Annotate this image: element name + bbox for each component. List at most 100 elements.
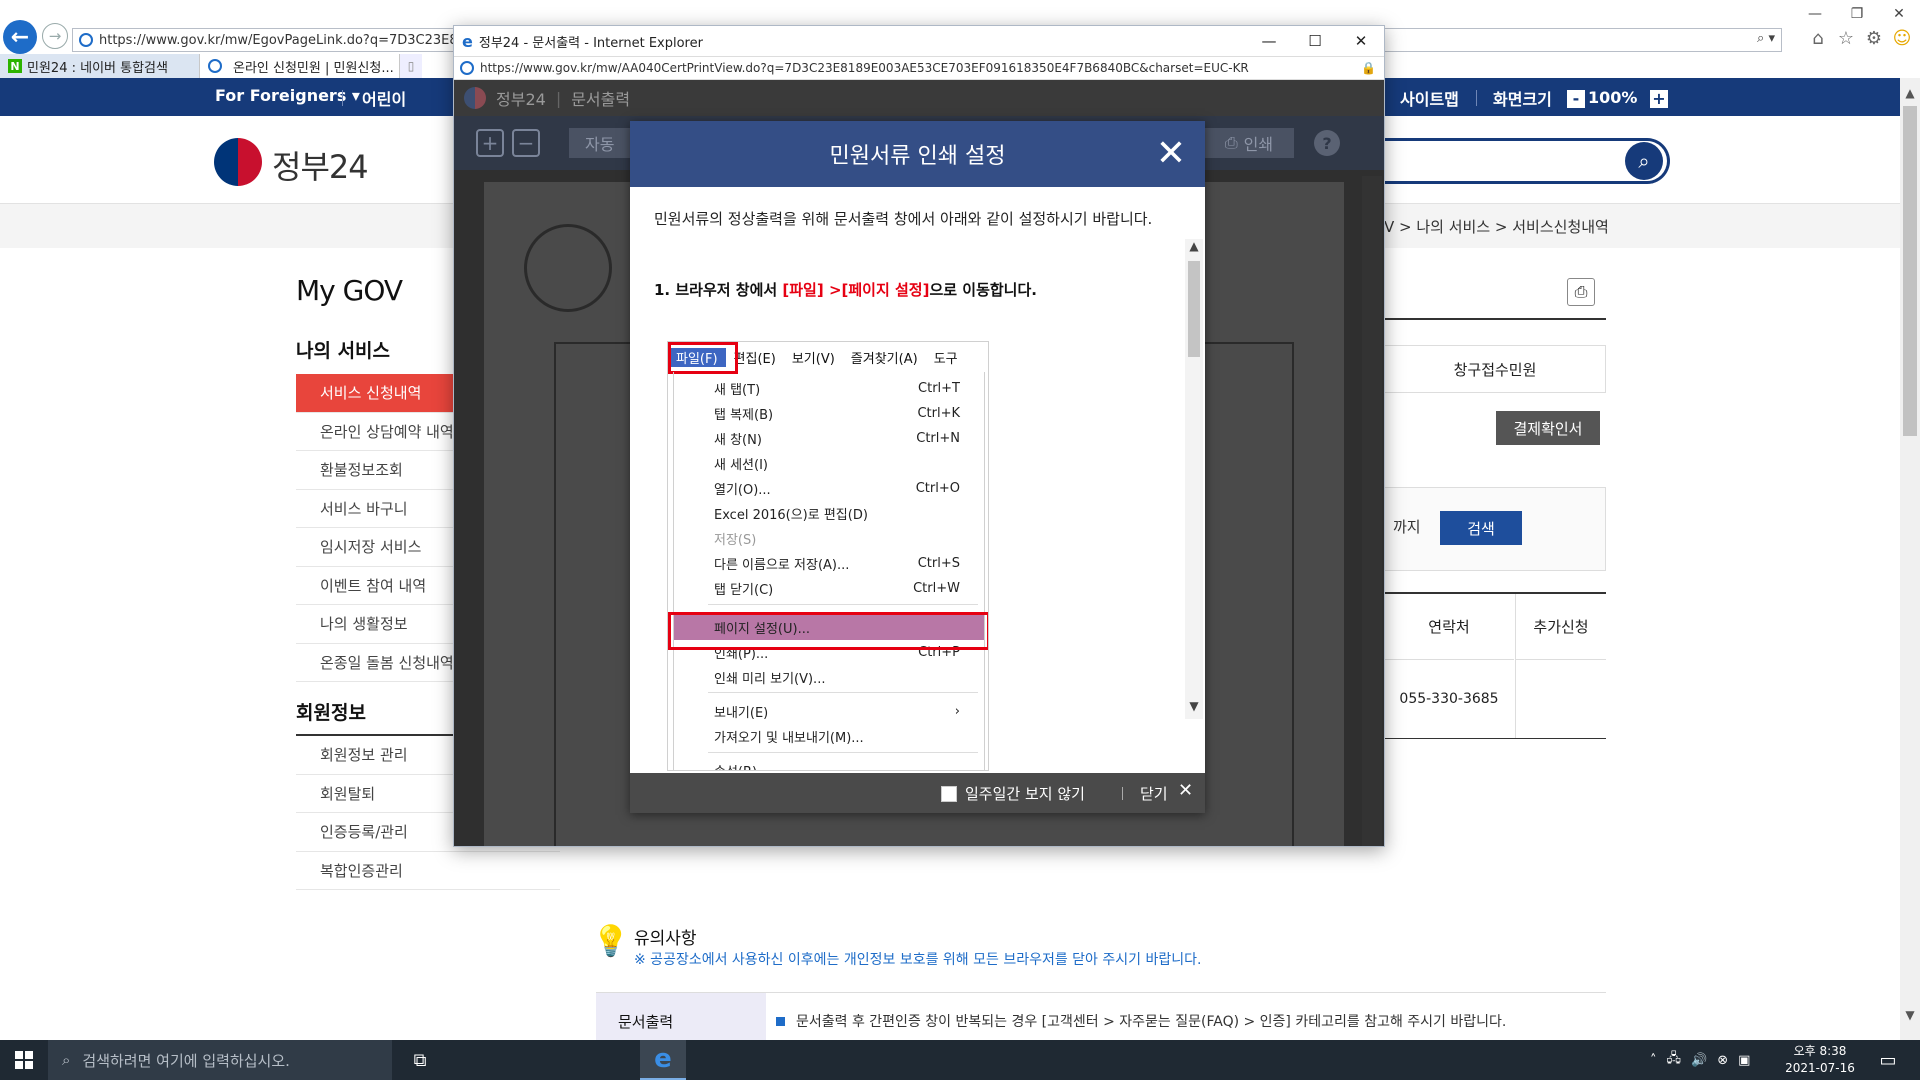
gov24-logo-icon: [464, 87, 486, 109]
tray-chevron-icon[interactable]: ˄: [1650, 1053, 1657, 1068]
close-button[interactable]: 닫기: [1140, 783, 1168, 804]
page-title: My GOV: [296, 274, 403, 307]
scroll-down-icon[interactable]: ▼: [1900, 1008, 1920, 1022]
menu-item: 탭 복제(B) Ctrl+K: [674, 401, 984, 426]
search-icon: ⌕: [62, 1051, 71, 1069]
restore-icon[interactable]: ❐: [1836, 0, 1878, 28]
lock-icon: 🔒: [1361, 61, 1376, 75]
home-icon[interactable]: ⌂: [1808, 28, 1828, 49]
scroll-up-icon[interactable]: ▲: [1185, 239, 1203, 253]
help-icon[interactable]: ?: [1314, 130, 1340, 156]
menu-item-label: 새 창(N): [714, 433, 762, 448]
menu-item-label: 인쇄 미리 보기(V)...: [714, 672, 826, 687]
taskbar-search-placeholder: 검색하려면 여기에 입력하십시오.: [82, 1051, 290, 1070]
search-button[interactable]: 검색: [1440, 511, 1522, 545]
menu-item: 보내기(E) ›: [674, 699, 984, 724]
menu-item: 가져오기 및 내보내기(M)...: [674, 724, 984, 749]
minimize-icon[interactable]: —: [1794, 0, 1836, 28]
gov24-logo-text[interactable]: 정부24: [272, 142, 369, 188]
payment-confirmation-button[interactable]: 결제확인서: [1496, 411, 1600, 445]
taskbar-search-input[interactable]: ⌕ 검색하려면 여기에 입력하십시오.: [48, 1040, 392, 1080]
taskbar-ie-icon[interactable]: e: [640, 1040, 686, 1080]
task-view-icon[interactable]: ⧉: [398, 1040, 442, 1080]
close-icon[interactable]: ✕: [1178, 780, 1193, 801]
ime-icon[interactable]: ▣: [1738, 1053, 1750, 1068]
naver-icon: N: [8, 59, 22, 73]
sitemap-link[interactable]: 사이트맵: [1400, 86, 1459, 110]
zoom-out-icon[interactable]: −: [512, 129, 540, 157]
menu-item-label: 새 탭(T): [714, 383, 761, 398]
printer-icon: ⎙: [1224, 133, 1238, 152]
clock-time: 오후 8:38: [1793, 1044, 1847, 1058]
menu-item-label: 탭 닫기(C): [714, 583, 774, 598]
zoom-mode-select[interactable]: 자동: [569, 128, 639, 158]
zoom-out-button[interactable]: -: [1567, 90, 1585, 108]
favorites-star-icon[interactable]: ☆: [1836, 28, 1856, 49]
for-foreigners-link[interactable]: For Foreigners ▾: [215, 86, 360, 105]
menu-item: 새 세션(I): [674, 451, 984, 476]
dont-show-week-checkbox[interactable]: [941, 786, 957, 802]
divider: [1384, 738, 1606, 739]
volume-icon[interactable]: 🔊: [1691, 1053, 1707, 1068]
menu-item-shortcut: Ctrl+K: [917, 406, 960, 421]
doc-print-text: 문서출력 후 간편인증 창이 반복되는 경우 [고객센터 > 자주묻는 질문(F…: [796, 1014, 1507, 1030]
tab-online-application[interactable]: 온라인 신청민원 | 민원신청... ×: [200, 54, 400, 78]
popup-address-bar[interactable]: https://www.gov.kr/mw/AA040CertPrintView…: [454, 56, 1384, 80]
menu-item-shortcut: Ctrl+W: [913, 581, 960, 596]
member-info-heading: 회원정보: [296, 702, 366, 724]
status-icon[interactable]: ⊗: [1717, 1053, 1728, 1068]
search-icon[interactable]: ⌕: [1625, 142, 1663, 180]
scroll-thumb[interactable]: [1188, 261, 1200, 357]
print-icon[interactable]: ⎙: [1567, 278, 1595, 306]
scroll-up-icon[interactable]: ▲: [1900, 86, 1920, 100]
highlight-box: [668, 342, 738, 374]
start-button[interactable]: [0, 1040, 48, 1080]
menu-item-label: 탭 복제(B): [714, 408, 774, 423]
scroll-thumb[interactable]: [1903, 106, 1917, 436]
zoom-in-icon[interactable]: +: [476, 129, 504, 157]
search-dropdown-icon[interactable]: ⌕ ▾: [1757, 31, 1775, 46]
settings-gear-icon[interactable]: ⚙: [1864, 28, 1884, 49]
tab-counter-application[interactable]: 창구접수민원: [1384, 345, 1606, 393]
viewer-print-button[interactable]: ⎙ 인쇄: [1204, 128, 1294, 158]
until-label: 까지: [1393, 518, 1421, 536]
background-tab-strip: N 민원24 : 네이버 통합검색 온라인 신청민원 | 민원신청... × ▯: [0, 54, 422, 78]
menu-item-label: 다른 이름으로 저장(A)...: [714, 558, 850, 573]
bullet-icon: [776, 1017, 785, 1026]
back-button[interactable]: ←: [3, 20, 37, 54]
taskbar-clock[interactable]: 오후 8:38 2021-07-16: [1780, 1043, 1860, 1077]
page-scrollbar[interactable]: ▲ ▼: [1900, 78, 1920, 1040]
menu-item: 저장(S): [674, 526, 984, 551]
menu-item-label: Excel 2016(으)로 편집(D): [714, 508, 868, 523]
network-icon[interactable]: 🖧: [1667, 1049, 1682, 1071]
zoom-in-button[interactable]: +: [1650, 90, 1668, 108]
tab-naver-search[interactable]: N 민원24 : 네이버 통합검색: [0, 54, 200, 78]
dont-show-week-label[interactable]: 일주일간 보지 않기: [965, 783, 1085, 804]
menu-item-label: 열기(O)...: [714, 483, 771, 498]
sidebar-item-multi-auth[interactable]: 복합인증관리: [296, 852, 560, 890]
notification-icon[interactable]: ▭: [1866, 1040, 1910, 1080]
viewer-top-bar: 정부24 | 문서출력: [454, 80, 1384, 116]
clock-date: 2021-07-16: [1785, 1061, 1855, 1075]
scroll-down-icon[interactable]: ▼: [1185, 699, 1203, 713]
gov24-logo-icon[interactable]: [214, 138, 262, 186]
close-icon[interactable]: ✕: [1338, 26, 1384, 56]
forward-button[interactable]: →: [42, 23, 68, 49]
menu-item: 새 창(N) Ctrl+N: [674, 426, 984, 451]
background-window-controls: — ❐ ✕: [1794, 0, 1920, 28]
breadcrumb: V > 나의 서비스 > 서비스신청내역: [1384, 218, 1609, 236]
modal-close-icon[interactable]: ✕: [1152, 135, 1190, 173]
minimize-icon[interactable]: —: [1246, 26, 1292, 56]
viewer-scrollbar[interactable]: [1362, 176, 1382, 846]
notice-text: ※ 공공장소에서 사용하신 이후에는 개인정보 보호를 위해 모든 브라우저를 …: [634, 952, 1202, 968]
lightbulb-icon: 💡: [592, 924, 630, 959]
ie-icon: e: [462, 31, 473, 51]
tab-label: 온라인 신청민원 | 민원신청...: [233, 60, 394, 76]
smile-feedback-icon[interactable]: ☺: [1892, 28, 1912, 49]
popup-window-controls: — ☐ ✕: [1246, 26, 1384, 56]
new-tab-button[interactable]: ▯: [400, 54, 422, 78]
modal-scrollbar[interactable]: ▲ ▼: [1185, 239, 1203, 719]
maximize-icon[interactable]: ☐: [1292, 26, 1338, 56]
close-icon[interactable]: ✕: [1878, 0, 1920, 28]
kids-link[interactable]: 어린이: [362, 86, 406, 110]
